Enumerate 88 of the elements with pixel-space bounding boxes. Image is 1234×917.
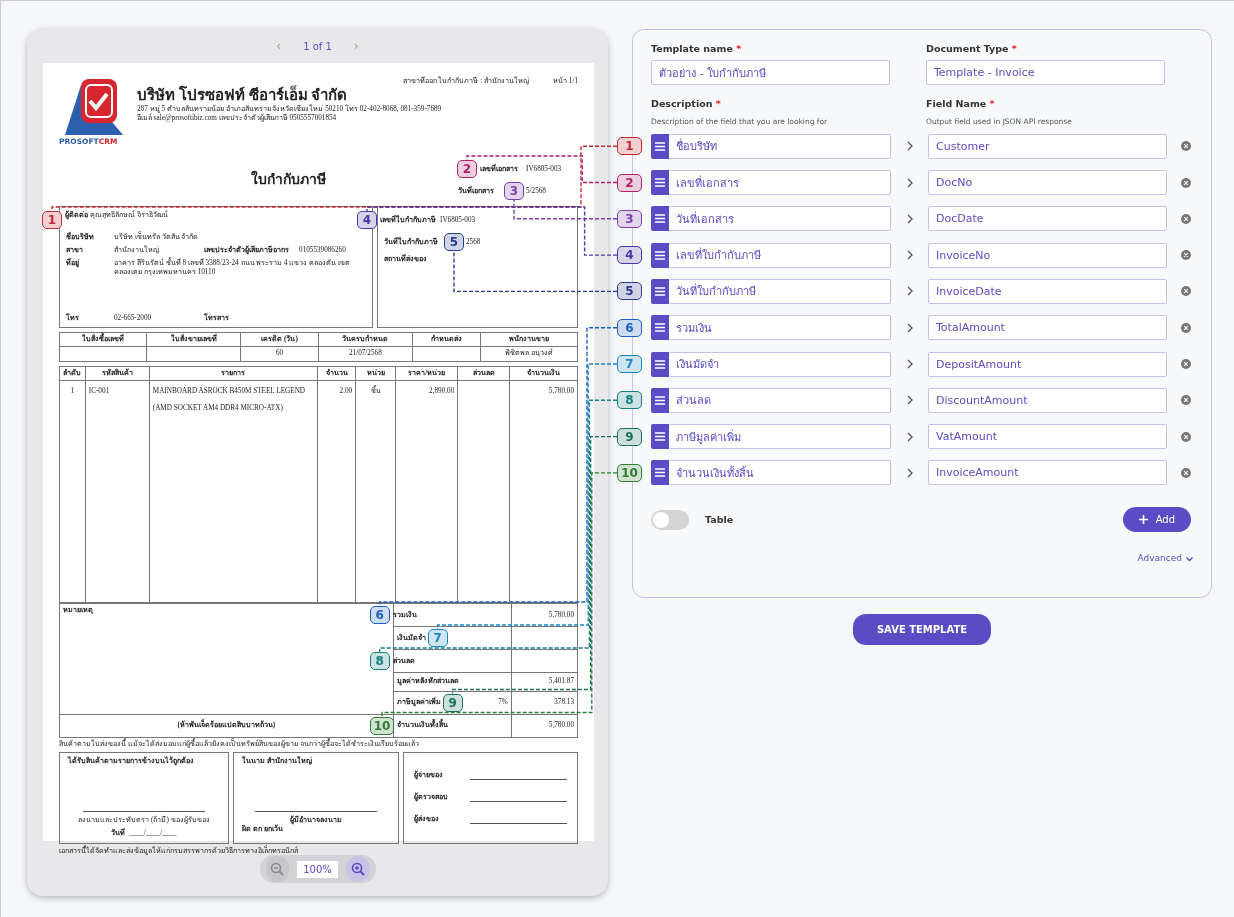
- drag-handle-icon[interactable]: [651, 387, 669, 413]
- remove-icon[interactable]: [1181, 359, 1191, 370]
- number-badge: 10: [617, 463, 642, 482]
- field-name-field[interactable]: VatAmount: [928, 424, 1167, 450]
- number-badge: 7: [427, 629, 448, 647]
- number-badge: 2: [617, 173, 642, 192]
- field-name-field[interactable]: Customer: [928, 133, 1167, 159]
- number-badge: 7: [617, 355, 642, 374]
- description-field[interactable]: วันที่ใบกำกับภาษี: [669, 278, 891, 304]
- remove-icon[interactable]: [1181, 395, 1191, 406]
- field-name-field[interactable]: TotalAmount: [928, 315, 1167, 341]
- number-badge: 6: [369, 606, 390, 624]
- field-name-field[interactable]: DocDate: [928, 206, 1167, 232]
- remove-icon[interactable]: [1181, 141, 1191, 152]
- description-field[interactable]: เลขที่ใบกำกับภาษี: [669, 242, 891, 268]
- remove-icon[interactable]: [1181, 250, 1191, 261]
- toggle-label: Table: [705, 512, 734, 527]
- plus-icon: [1138, 515, 1148, 525]
- remove-icon[interactable]: [1181, 213, 1191, 224]
- remove-icon[interactable]: [1181, 467, 1191, 478]
- number-badge: 10: [369, 716, 395, 735]
- field-label: Field Name *: [926, 97, 996, 112]
- drag-handle-icon[interactable]: [651, 460, 669, 486]
- description-field[interactable]: เลขที่เอกสาร: [669, 170, 891, 196]
- number-badge: 5: [617, 282, 642, 301]
- field-name-field[interactable]: DocNo: [928, 170, 1167, 196]
- description-field[interactable]: วันที่เอกสาร: [669, 206, 891, 232]
- chevron-right-icon: [907, 250, 914, 261]
- drag-handle-icon[interactable]: [651, 315, 669, 341]
- number-badge: 9: [617, 427, 642, 446]
- remove-icon[interactable]: [1181, 286, 1191, 297]
- add-button[interactable]: Add: [1122, 507, 1191, 533]
- number-badge: 6: [617, 318, 642, 337]
- field-name-field[interactable]: InvoiceDate: [928, 278, 1167, 304]
- remove-icon[interactable]: [1181, 431, 1191, 442]
- field-name-field[interactable]: DepositAmount: [928, 351, 1167, 377]
- field-label: Description *: [651, 97, 722, 112]
- chevron-right-icon: [907, 141, 914, 152]
- chevron-right-icon: [907, 213, 914, 224]
- drag-handle-icon[interactable]: [651, 206, 669, 232]
- chevron-down-icon: [1186, 556, 1193, 562]
- zoom-in-icon[interactable]: [345, 856, 370, 882]
- drag-handle-icon[interactable]: [651, 170, 669, 196]
- document-type-field[interactable]: Template - Invoice: [926, 60, 1165, 86]
- number-badge: 4: [357, 211, 377, 229]
- number-badge: 2: [457, 160, 477, 178]
- number-badge: 8: [369, 652, 390, 670]
- template-name-field[interactable]: ตัวอย่าง - ใบกำกับภาษี: [651, 60, 890, 86]
- chevron-right-icon: [907, 286, 914, 297]
- number-badge: 3: [504, 182, 524, 200]
- company-name: บริษัท โปรซอฟท์ ซีอาร์เอ็ม จำกัด: [137, 86, 349, 104]
- chevron-right-icon: [907, 322, 914, 333]
- drag-handle-icon[interactable]: [651, 278, 669, 304]
- drag-handle-icon[interactable]: [651, 424, 669, 450]
- drag-handle-icon[interactable]: [651, 351, 669, 377]
- number-badge: 4: [617, 246, 642, 265]
- number-badge: 3: [617, 209, 642, 228]
- number-badge: 8: [617, 391, 642, 410]
- chevron-right-icon: [907, 177, 914, 188]
- field-name-field[interactable]: InvoiceNo: [928, 242, 1167, 268]
- remove-icon[interactable]: [1181, 177, 1191, 188]
- field-label: Document Type *: [926, 42, 1018, 56]
- chevron-right-icon: [907, 359, 914, 370]
- drag-handle-icon[interactable]: [651, 133, 669, 159]
- save-template-button[interactable]: SAVE TEMPLATE: [852, 614, 992, 645]
- zoom-level: 100%: [297, 860, 338, 878]
- chevron-right-icon: [907, 467, 914, 478]
- description-field[interactable]: ภาษีมูลค่าเพิ่ม: [669, 424, 891, 450]
- advanced-link[interactable]: Advanced: [1137, 552, 1193, 566]
- drag-handle-icon[interactable]: [651, 242, 669, 268]
- chevron-right-icon: [907, 395, 914, 406]
- table-toggle[interactable]: [651, 509, 689, 530]
- description-field[interactable]: จำนวนเงินทั้งสิ้น: [669, 460, 891, 486]
- number-badge: 5: [444, 233, 464, 251]
- remove-icon[interactable]: [1181, 322, 1191, 333]
- page-indicator: 1 of 1: [303, 39, 332, 54]
- document-title: ใบกำกับภาษี: [250, 171, 327, 189]
- description-field[interactable]: รวมเงิน: [669, 315, 891, 341]
- number-badge: 1: [42, 211, 62, 229]
- description-field[interactable]: ชื่อบริษัท: [669, 133, 891, 159]
- number-badge: 9: [442, 693, 463, 712]
- field-label: Template name *: [651, 42, 743, 56]
- description-field[interactable]: เงินมัดจำ: [669, 351, 891, 377]
- field-name-field[interactable]: DiscountAmount: [928, 387, 1167, 413]
- chevron-right-icon: [907, 431, 914, 442]
- number-badge: 1: [617, 137, 642, 156]
- description-field[interactable]: ส่วนลด: [669, 387, 891, 413]
- field-name-field[interactable]: InvoiceAmount: [928, 460, 1167, 486]
